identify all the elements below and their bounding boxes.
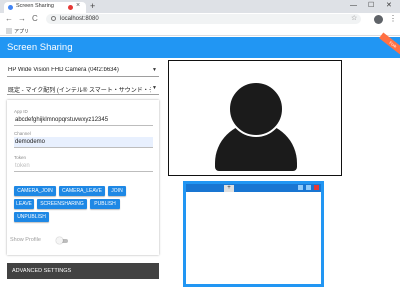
close-window-icon[interactable]: ✕ bbox=[386, 1, 392, 10]
url-text: localhost:8080 bbox=[60, 15, 99, 22]
token-input[interactable]: token bbox=[14, 161, 153, 172]
browser-titlebar: Screen Sharing × + — ☐ ✕ bbox=[0, 0, 400, 13]
join-button[interactable]: JOIN bbox=[108, 186, 126, 196]
apps-grid-icon[interactable] bbox=[6, 28, 12, 34]
recording-icon bbox=[68, 5, 73, 10]
browser-toolbar: ← → C localhost:8080 ☆ ⋮ bbox=[0, 13, 400, 26]
preview-titlebar: + bbox=[186, 184, 321, 192]
tab-close-icon[interactable]: × bbox=[76, 2, 80, 9]
address-bar[interactable]: localhost:8080 ☆ bbox=[46, 14, 361, 24]
toggle-knob[interactable] bbox=[56, 237, 63, 244]
app-header: Screen Sharing Fork bbox=[0, 32, 400, 58]
local-video bbox=[168, 60, 342, 176]
bookmark-star-icon[interactable]: ☆ bbox=[351, 14, 357, 22]
page-title: Screen Sharing bbox=[7, 42, 73, 53]
site-info-icon[interactable] bbox=[51, 16, 56, 21]
preview-new-tab-icon: + bbox=[224, 185, 234, 192]
caret-down-icon: ▼ bbox=[152, 85, 157, 91]
avatar-head-icon bbox=[228, 81, 284, 137]
camera-join-button[interactable]: CAMERA_JOIN bbox=[14, 186, 56, 196]
bookmark-apps[interactable]: アプリ bbox=[14, 28, 29, 35]
advanced-settings-bar[interactable]: ADVANCED SETTINGS bbox=[7, 263, 159, 279]
browser-tab[interactable]: Screen Sharing × bbox=[4, 2, 86, 13]
fork-ribbon[interactable]: Fork bbox=[379, 32, 400, 57]
token-placeholder: token bbox=[15, 163, 30, 169]
leave-button[interactable]: LEAVE bbox=[14, 199, 34, 209]
favicon-icon bbox=[8, 5, 13, 10]
camera-select-value: HP Wide Vision FHD Camera (04f2:b634) bbox=[8, 67, 119, 73]
caret-down-icon: ▼ bbox=[152, 67, 157, 73]
appid-label: App ID bbox=[14, 109, 28, 114]
channel-label: Channel bbox=[14, 131, 31, 136]
unpublish-button[interactable]: UNPUBLISH bbox=[14, 212, 49, 222]
maximize-icon[interactable]: ☐ bbox=[368, 1, 374, 10]
screen-share-preview: + bbox=[183, 181, 324, 287]
microphone-select[interactable]: 既定 - マイク配列 (インテル® スマート・サウンド・テクノロジー) ▼ bbox=[7, 82, 159, 95]
minimize-icon[interactable]: — bbox=[350, 1, 357, 10]
tab-title: Screen Sharing bbox=[16, 3, 54, 9]
publish-button[interactable]: PUBLISH bbox=[90, 199, 120, 209]
channel-input[interactable]: demodemo bbox=[14, 137, 153, 148]
token-label: Token bbox=[14, 155, 27, 160]
forward-icon[interactable]: → bbox=[18, 14, 26, 24]
new-tab-button[interactable]: + bbox=[90, 1, 95, 11]
settings-card: App ID abcdefghijklmnopqrstuvwxyz12345 C… bbox=[7, 100, 159, 255]
back-icon[interactable]: ← bbox=[5, 14, 13, 24]
preview-maximize-icon bbox=[306, 185, 311, 190]
preview-minimize-icon bbox=[298, 185, 303, 190]
profile-avatar-icon[interactable] bbox=[374, 15, 383, 24]
appid-input[interactable]: abcdefghijklmnopqrstuvwxyz12345 bbox=[14, 115, 153, 126]
microphone-select-value: 既定 - マイク配列 (インテル® スマート・サウンド・テクノロジー) bbox=[8, 88, 151, 94]
screensharing-button[interactable]: SCREENSHARING bbox=[37, 199, 87, 209]
preview-close-icon bbox=[314, 185, 319, 190]
camera-select[interactable]: HP Wide Vision FHD Camera (04f2:b634) ▼ bbox=[7, 64, 159, 77]
camera-leave-button[interactable]: CAMERA_LEAVE bbox=[59, 186, 105, 196]
browser-menu-icon[interactable]: ⋮ bbox=[389, 14, 397, 23]
reload-icon[interactable]: C bbox=[32, 14, 38, 24]
show-profile-label: Show Profile bbox=[10, 237, 41, 243]
bookmarks-bar: アプリ bbox=[0, 26, 400, 36]
